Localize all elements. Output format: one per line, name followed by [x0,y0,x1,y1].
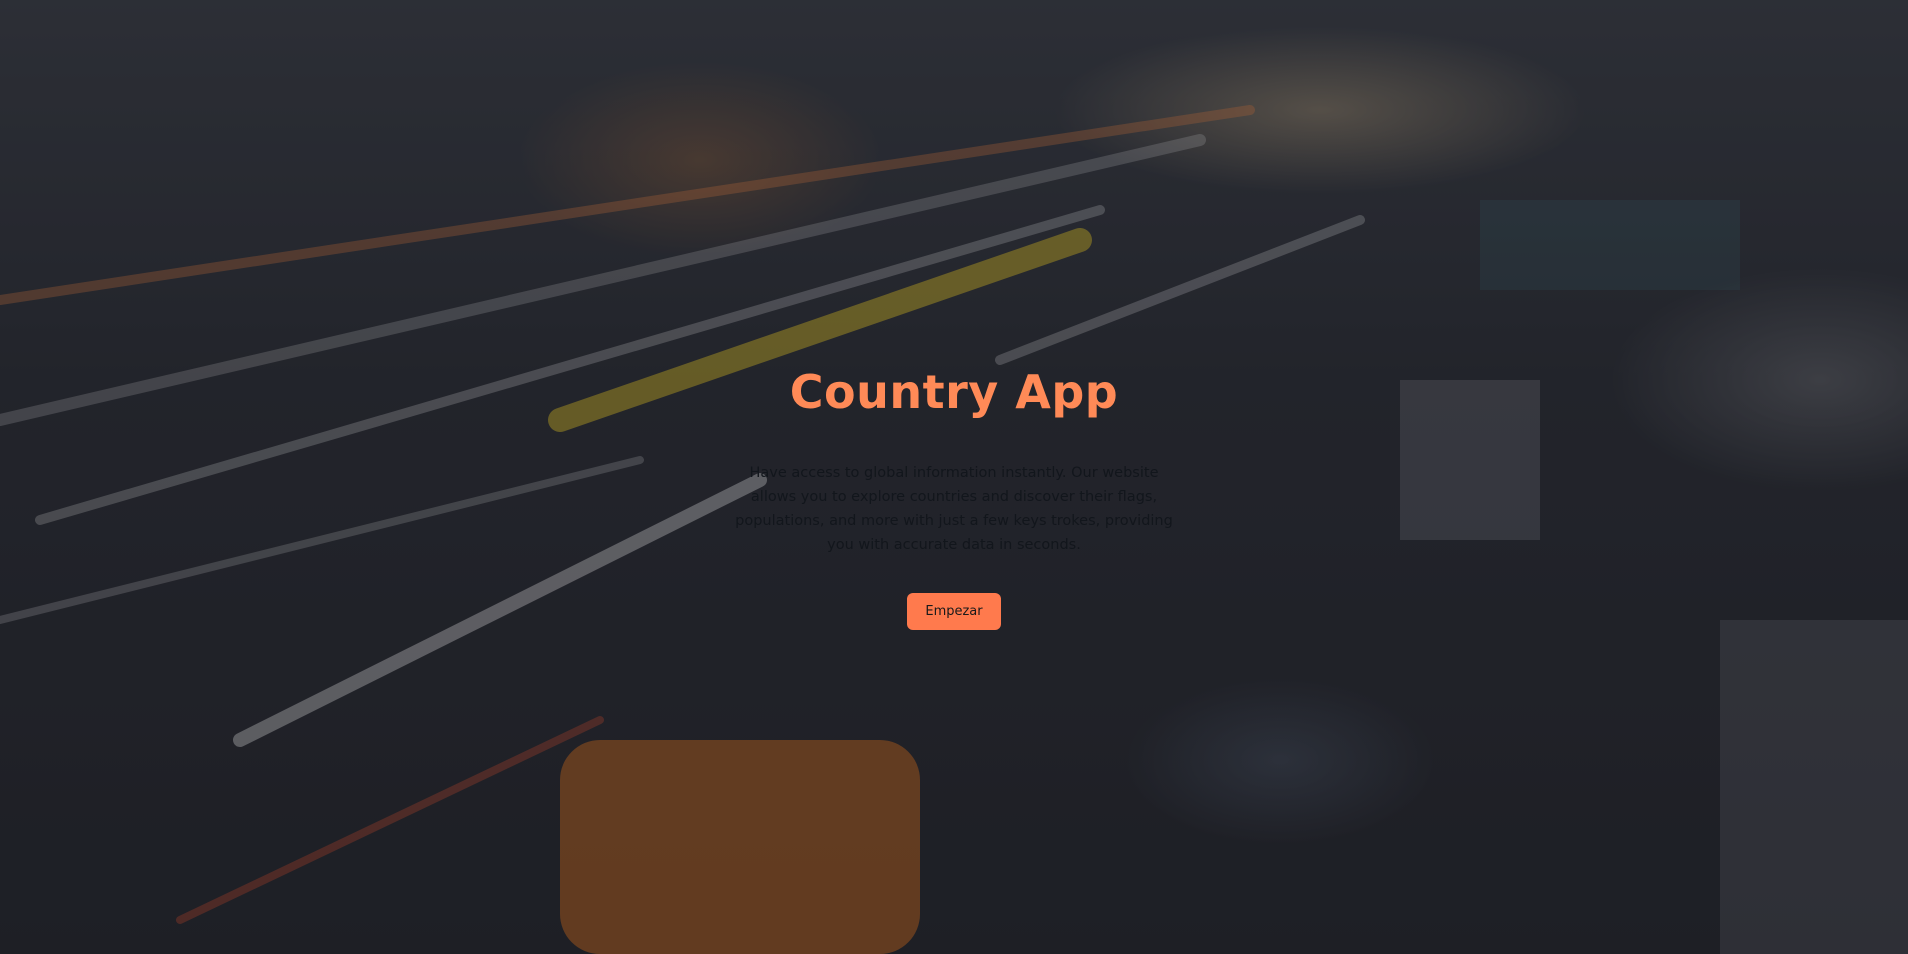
hero-content: Country App Have access to global inform… [0,0,1908,954]
hero-title: Country App [789,365,1119,419]
hero-description: Have access to global information instan… [735,464,1173,553]
get-started-button[interactable]: Empezar [907,593,1001,631]
hero-section: Country App Have access to global inform… [0,0,1908,954]
